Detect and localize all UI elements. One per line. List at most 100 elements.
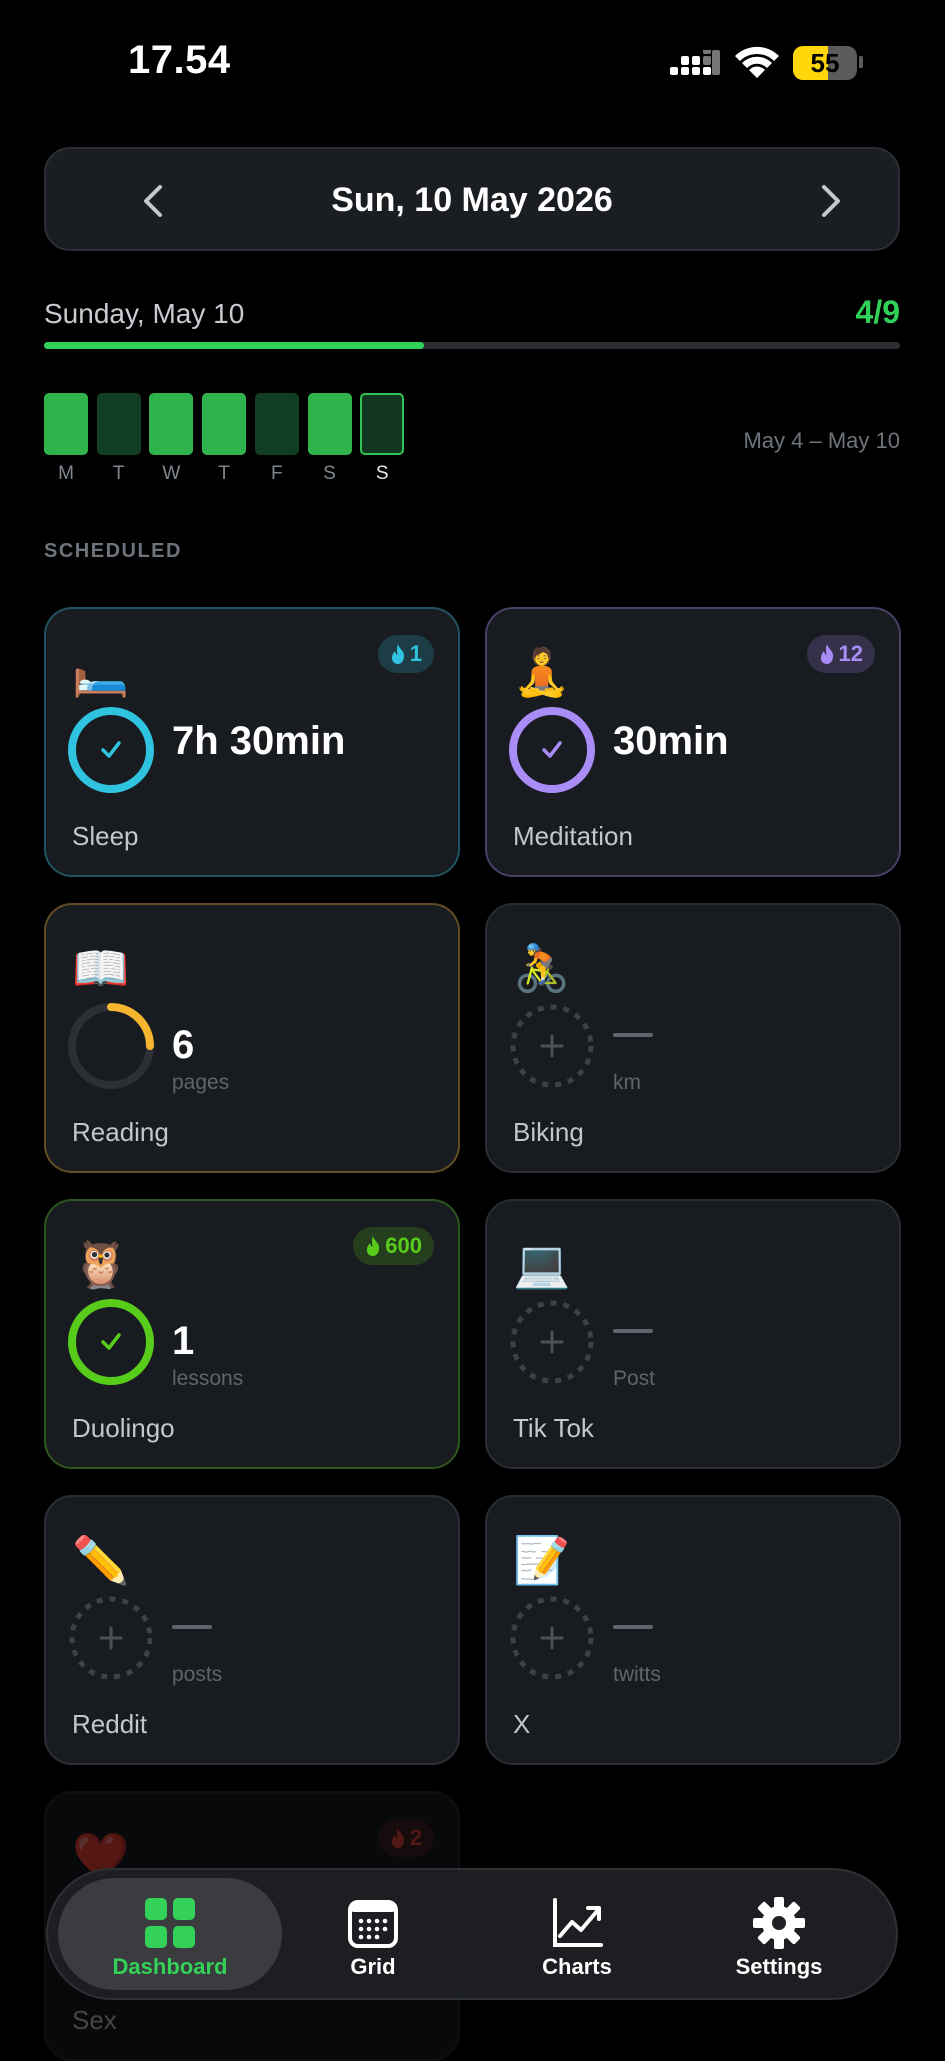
progress-ring[interactable] [66, 1297, 156, 1387]
day-summary: Sunday, May 10 4/9 [44, 294, 900, 330]
habit-unit: Post [613, 1367, 656, 1390]
chart-line-icon [553, 1898, 603, 1947]
tab-charts[interactable]: Charts [478, 1878, 676, 1990]
habit-card-sleep[interactable]: 🛏️ 1 7h 30min Sleep [44, 607, 460, 877]
habit-card-duolingo[interactable]: 🦉 600 1 lessons Duolingo [44, 1199, 460, 1469]
flame-icon [820, 644, 833, 664]
empty-value-dash [172, 1625, 212, 1629]
progress-ring[interactable] [66, 705, 156, 795]
cellular-signal-icon [670, 50, 720, 75]
habit-emoji-icon: ✏️ [72, 1534, 130, 1586]
battery-icon: 55 [793, 46, 857, 80]
habit-emoji-icon: 🛏️ [72, 646, 130, 698]
progress-ring[interactable] [507, 1297, 597, 1387]
habit-card-reddit[interactable]: ✏️ posts Reddit [44, 1495, 460, 1765]
progress-ring[interactable] [66, 1593, 156, 1683]
flame-icon [391, 1828, 404, 1848]
wifi-icon [735, 46, 779, 78]
habit-name: Reddit [72, 1709, 148, 1739]
battery-cap [859, 56, 863, 68]
habit-name: Tik Tok [513, 1413, 594, 1443]
streak-badge: 1 [377, 635, 434, 673]
tab-grid[interactable]: Grid [274, 1878, 472, 1990]
empty-value-dash [613, 1033, 653, 1037]
week-day-box[interactable] [360, 393, 405, 455]
tab-label: Grid [350, 1954, 396, 1979]
habit-emoji-icon: 🧘 [513, 646, 571, 698]
empty-value-dash [613, 1329, 653, 1333]
tab-settings[interactable]: Settings [680, 1878, 878, 1990]
habit-card-reading[interactable]: 📖 6 pages Reading [44, 903, 460, 1173]
habit-emoji-icon: 🦉 [72, 1238, 130, 1290]
week-day-label: S [323, 463, 336, 484]
status-time: 17.54 [128, 38, 231, 82]
day-progress-bar [44, 342, 900, 349]
plus-icon [540, 1034, 564, 1058]
streak-badge: 12 [806, 635, 875, 673]
date-selector: Sun, 10 May 2026 [44, 147, 900, 251]
progress-ring[interactable] [507, 1001, 597, 1091]
plus-icon [540, 1626, 564, 1650]
completion-count: 4/9 [855, 294, 900, 330]
tab-label: Charts [542, 1954, 612, 1979]
tab-bar: Dashboard Grid Charts Settings [46, 1868, 898, 2000]
week-day-box[interactable] [149, 393, 194, 455]
flame-icon [367, 1236, 380, 1256]
habit-value: 30min [613, 719, 729, 763]
week-day-label: T [218, 463, 230, 484]
habit-card-biking[interactable]: 🚴 km Biking [485, 903, 901, 1173]
checkmark-icon [542, 741, 562, 758]
progress-ring[interactable] [66, 1001, 156, 1091]
habit-value: 1 [172, 1319, 195, 1363]
empty-value-dash [613, 1625, 653, 1629]
checkmark-icon [101, 741, 121, 758]
date-title[interactable]: Sun, 10 May 2026 [46, 181, 898, 220]
habit-emoji-icon: 🚴 [513, 942, 571, 994]
streak-badge: 2 [377, 1819, 434, 1857]
next-day-button[interactable] [806, 177, 854, 225]
tab-label: Dashboard [112, 1954, 228, 1979]
habit-unit: pages [172, 1071, 230, 1094]
progress-ring[interactable] [507, 705, 597, 795]
week-range: May 4 – May 10 [743, 428, 900, 453]
habit-card-x[interactable]: 📝 twitts X [485, 1495, 901, 1765]
habit-unit: km [613, 1071, 641, 1094]
week-day-label: F [270, 463, 283, 484]
streak-count: 12 [838, 641, 863, 666]
tab-dashboard[interactable]: Dashboard [58, 1878, 282, 1990]
day-label: Sunday, May 10 [44, 298, 245, 329]
week-day-label: W [162, 463, 181, 484]
battery-level: 55 [810, 48, 840, 78]
week-day-box[interactable] [44, 393, 88, 455]
habit-emoji-icon: 📝 [513, 1534, 571, 1586]
streak-count: 1 [409, 641, 422, 666]
plus-icon [99, 1626, 123, 1650]
week-day-label: T [112, 463, 125, 484]
habit-value: 7h 30min [172, 719, 346, 763]
week-day-box[interactable] [96, 393, 141, 455]
tab-label: Settings [735, 1954, 823, 1979]
streak-count: 600 [385, 1233, 422, 1258]
week-day-label: S [375, 463, 389, 484]
section-title: SCHEDULED [44, 540, 182, 562]
streak-badge: 600 [353, 1227, 434, 1265]
week-day-box[interactable] [254, 393, 299, 455]
streak-count: 2 [409, 1825, 422, 1850]
habit-name: Sex [72, 2005, 117, 2035]
dashboard-icon [145, 1898, 195, 1948]
habit-name: Biking [513, 1117, 584, 1147]
habit-card-meditation[interactable]: 🧘 12 30min Meditation [485, 607, 901, 877]
progress-ring[interactable] [507, 1593, 597, 1683]
habit-name: Duolingo [72, 1413, 175, 1443]
habit-card-tik-tok[interactable]: 💻 Post Tik Tok [485, 1199, 901, 1469]
status-bar: 17.54 55 [0, 0, 945, 120]
flame-icon [391, 644, 404, 664]
week-day-box[interactable] [307, 393, 352, 455]
habit-emoji-icon: 📖 [72, 942, 130, 994]
checkmark-icon [101, 1333, 121, 1350]
week-day-label: M [58, 463, 74, 484]
habit-name: Meditation [513, 821, 633, 851]
habit-unit: twitts [613, 1663, 661, 1686]
week-day-box[interactable] [202, 393, 247, 455]
habit-name: X [513, 1709, 531, 1739]
